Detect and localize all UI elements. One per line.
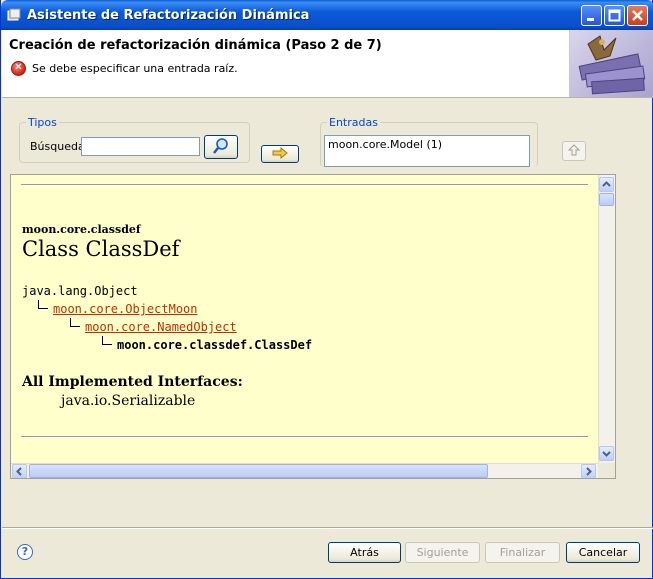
move-up-button[interactable] — [562, 141, 586, 161]
scroll-left-icon — [16, 467, 22, 476]
bottom-divider — [21, 436, 588, 438]
scroll-down-icon — [602, 451, 611, 457]
types-group-label: Tipos — [26, 116, 59, 129]
window-title: Asistente de Refactorización Dinámica — [27, 8, 310, 23]
list-item[interactable]: moon.core.Model (1) — [328, 138, 526, 151]
close-button[interactable] — [627, 5, 648, 26]
scroll-right-button[interactable] — [581, 464, 596, 478]
finish-button[interactable]: Finalizar — [485, 542, 560, 563]
wizard-window: Asistente de Refactorización Dinámica Cr… — [0, 0, 653, 579]
search-input[interactable] — [81, 137, 200, 156]
wizard-header: Creación de refactorización dinámica (Pa… — [2, 30, 653, 98]
interfaces-heading: All Implemented Interfaces: — [22, 374, 243, 390]
vertical-scrollbar[interactable] — [598, 175, 615, 463]
scroll-right-icon — [586, 467, 592, 476]
close-icon — [632, 10, 643, 21]
namedobject-link[interactable]: moon.core.NamedObject — [85, 320, 237, 334]
javadoc-content: moon.core.classdef Class ClassDef java.l… — [11, 175, 598, 463]
cancel-button[interactable]: Cancelar — [566, 542, 640, 563]
scroll-up-button[interactable] — [599, 177, 614, 192]
search-label: Búsqueda: — [30, 140, 89, 153]
minimize-icon — [587, 18, 594, 21]
hierarchy-root: java.lang.Object — [22, 284, 138, 298]
package-name: moon.core.classdef — [22, 223, 141, 236]
tree-connector — [102, 336, 112, 345]
maximize-icon — [608, 9, 621, 22]
hierarchy-current-class: moon.core.classdef.ClassDef — [117, 338, 313, 352]
top-divider — [21, 184, 588, 186]
error-icon: ✕ — [11, 61, 26, 76]
back-button[interactable]: Atrás — [328, 542, 401, 563]
page-title: Creación de refactorización dinámica (Pa… — [9, 38, 382, 53]
wizard-banner-image — [569, 30, 653, 97]
interfaces-list: java.io.Serializable — [61, 393, 196, 409]
app-icon — [7, 8, 21, 21]
footer-divider — [2, 527, 653, 529]
vertical-scroll-thumb[interactable] — [599, 193, 614, 206]
hierarchy-level-2: moon.core.NamedObject — [85, 320, 237, 334]
tree-connector — [70, 318, 80, 327]
scroll-up-icon — [602, 181, 611, 187]
entries-list[interactable]: moon.core.Model (1) — [324, 135, 530, 167]
horizontal-scrollbar[interactable] — [11, 463, 598, 478]
arrow-right-icon — [272, 146, 288, 159]
tree-connector — [38, 300, 48, 309]
help-icon[interactable]: ? — [17, 544, 33, 560]
hierarchy-level-1: moon.core.ObjectMoon — [53, 302, 198, 316]
arrow-up-icon — [567, 143, 581, 155]
maximize-button[interactable] — [604, 5, 625, 26]
add-entry-button[interactable] — [261, 145, 299, 163]
objectmoon-link[interactable]: moon.core.ObjectMoon — [53, 302, 198, 316]
class-title: Class ClassDef — [22, 237, 180, 261]
minimize-button[interactable] — [581, 5, 602, 26]
next-button[interactable]: Siguiente — [405, 542, 480, 563]
scrollbar-corner — [598, 463, 615, 478]
search-button[interactable] — [204, 135, 238, 159]
javadoc-viewer[interactable]: moon.core.classdef Class ClassDef java.l… — [10, 174, 616, 479]
scroll-down-button[interactable] — [599, 446, 614, 461]
books-icon — [578, 35, 646, 95]
error-message: Se debe especificar una entrada raíz. — [32, 62, 238, 75]
title-bar[interactable]: Asistente de Refactorización Dinámica — [1, 0, 653, 30]
horizontal-scroll-thumb[interactable] — [29, 464, 488, 478]
scroll-left-button[interactable] — [12, 464, 27, 478]
entries-group-label: Entradas — [327, 116, 380, 129]
magnifier-icon — [213, 137, 228, 154]
